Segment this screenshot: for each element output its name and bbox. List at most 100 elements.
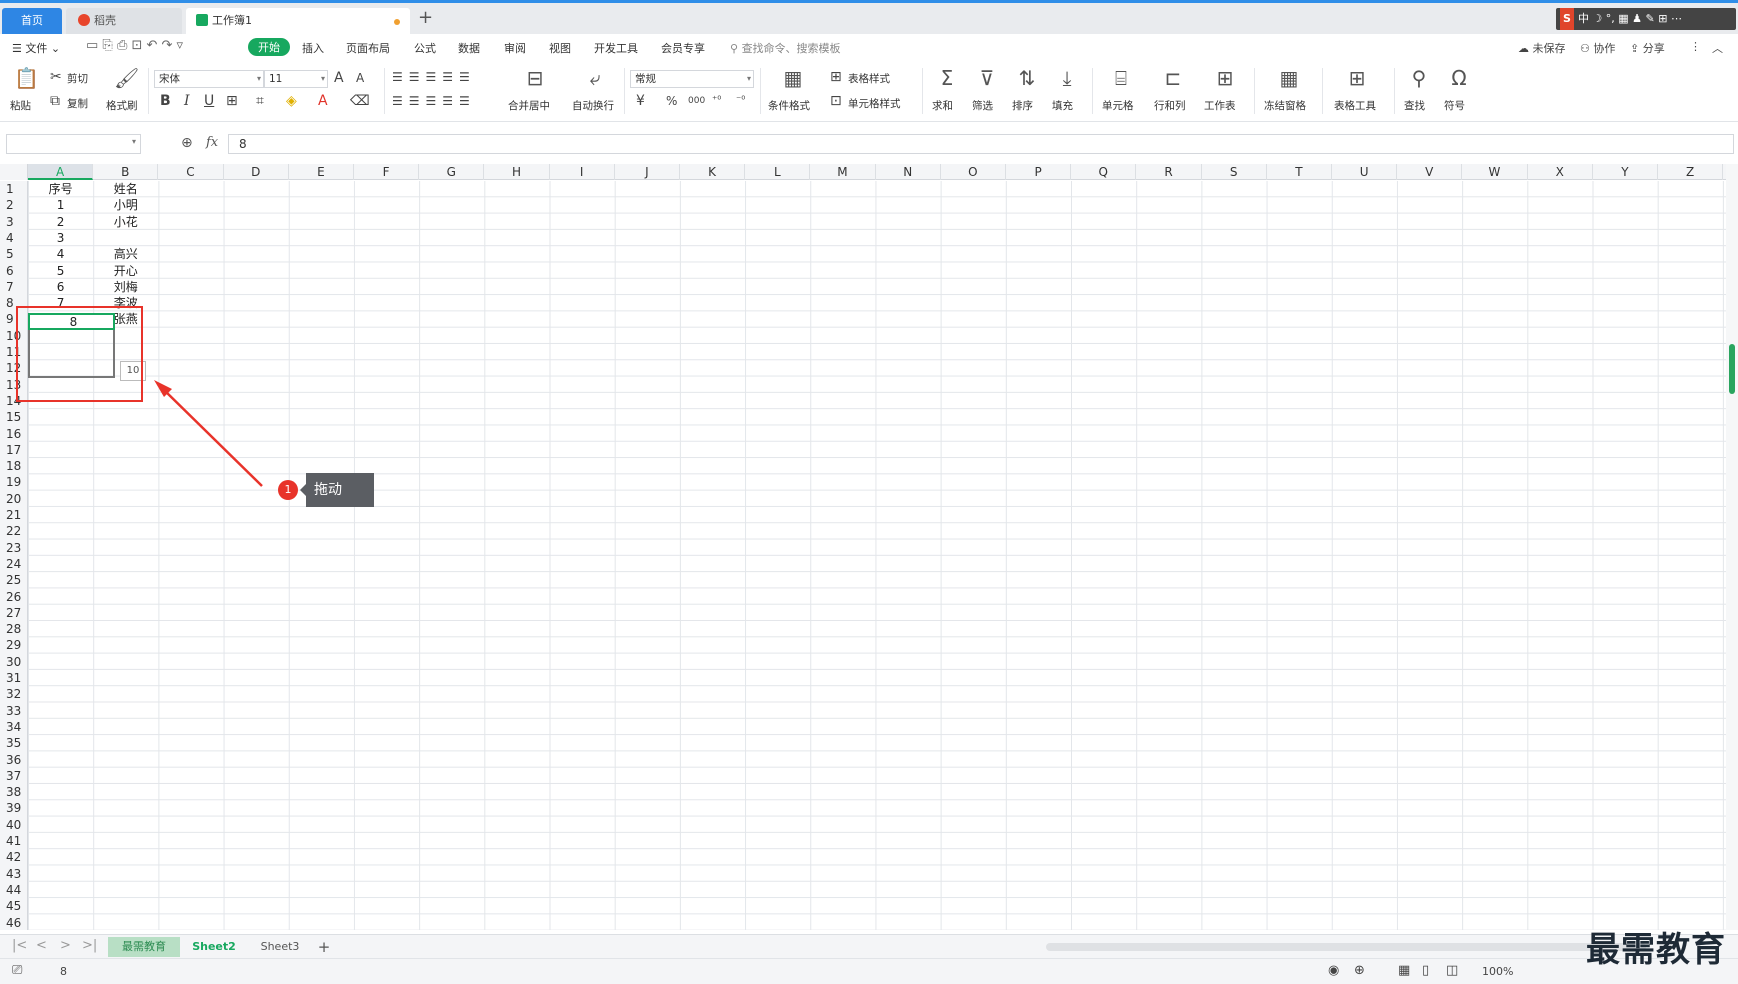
horizontal-scrollbar[interactable] xyxy=(1046,943,1646,951)
scroll-thumb[interactable] xyxy=(1729,344,1735,394)
row-col-icon[interactable]: ⊏ xyxy=(1162,68,1184,88)
conditional-format-button[interactable]: 条件格式 xyxy=(768,98,810,113)
menu-tab-page-layout[interactable]: 页面布局 xyxy=(346,40,390,56)
sheet-tab-2[interactable]: Sheet2 xyxy=(184,937,244,957)
collapse-ribbon-icon[interactable]: ︿ xyxy=(1712,40,1723,56)
underline-icon[interactable]: U xyxy=(204,94,214,108)
copy-button[interactable]: 复制 xyxy=(67,96,88,111)
row-header-35[interactable]: 35 xyxy=(0,735,28,751)
row-header-7[interactable]: 7 xyxy=(0,279,28,295)
menu-tab-formula[interactable]: 公式 xyxy=(414,40,436,56)
worksheet-button[interactable]: 工作表 xyxy=(1204,98,1236,113)
share-button[interactable]: ⇪ 分享 xyxy=(1630,40,1665,56)
row-header-6[interactable]: 6 xyxy=(0,263,28,279)
table-tools-button[interactable]: 表格工具 xyxy=(1334,98,1376,113)
row-header-33[interactable]: 33 xyxy=(0,703,28,719)
zoom-formula-icon[interactable]: ⊕ xyxy=(181,135,193,151)
cell-A4[interactable]: 3 xyxy=(28,230,93,246)
table-tools-icon[interactable]: ⊞ xyxy=(1346,68,1368,88)
tab-workbook[interactable]: 工作簿1 xyxy=(186,8,410,34)
fill-button[interactable]: 填充 xyxy=(1052,98,1073,113)
column-header-K[interactable]: K xyxy=(680,164,746,180)
cell-format-icon[interactable]: ⌗ xyxy=(256,94,264,108)
row-header-4[interactable]: 4 xyxy=(0,230,28,246)
menu-tab-view[interactable]: 视图 xyxy=(549,40,571,56)
merge-center-button[interactable]: 合并居中 xyxy=(508,98,550,113)
name-box[interactable]: ▾ xyxy=(6,134,141,154)
column-header-C[interactable]: C xyxy=(158,164,224,180)
new-tab-button[interactable]: + xyxy=(418,7,433,28)
border-icon[interactable]: ⊞ xyxy=(226,94,238,108)
fx-icon[interactable]: fx xyxy=(206,135,218,150)
column-header-T[interactable]: T xyxy=(1267,164,1332,180)
column-header-G[interactable]: G xyxy=(419,164,485,180)
row-header-40[interactable]: 40 xyxy=(0,817,28,833)
number-format-select[interactable]: 常规 ▾ xyxy=(630,70,754,88)
cell-B7[interactable]: 刘梅 xyxy=(93,279,158,295)
cell-A2[interactable]: 1 xyxy=(28,197,93,213)
cell-B5[interactable]: 高兴 xyxy=(93,246,158,262)
cell-A3[interactable]: 2 xyxy=(28,214,93,230)
menu-tab-start[interactable]: 开始 xyxy=(248,38,290,56)
decimal-decrease-icon[interactable]: ⁻⁰ xyxy=(736,94,745,108)
row-header-39[interactable]: 39 xyxy=(0,800,28,816)
sort-icon[interactable]: ⇅ xyxy=(1016,68,1038,88)
row-header-5[interactable]: 5 xyxy=(0,246,28,262)
cell-style-button[interactable]: 单元格样式 xyxy=(848,96,901,111)
row-header-31[interactable]: 31 xyxy=(0,670,28,686)
row-col-button[interactable]: 行和列 xyxy=(1154,98,1186,113)
zoom-level[interactable]: 100% xyxy=(1482,965,1513,978)
column-header-E[interactable]: E xyxy=(289,164,354,180)
filter-icon[interactable]: ⊽ xyxy=(976,68,998,88)
column-header-Z[interactable]: Z xyxy=(1658,164,1724,180)
row-header-44[interactable]: 44 xyxy=(0,882,28,898)
sheet-tab-3[interactable]: Sheet3 xyxy=(250,937,310,957)
cell-area[interactable]: 序号 1 2 3 4 5 6 7 姓名 小明 小花 高兴 开心 刘梅 李波 张燕 xyxy=(28,181,1726,930)
freeze-panes-icon[interactable]: ▦ xyxy=(1278,68,1300,88)
symbol-button[interactable]: 符号 xyxy=(1444,98,1465,113)
sheet-tab-1[interactable]: 最需教育 xyxy=(108,937,180,957)
unsaved-button[interactable]: ☁ 未保存 xyxy=(1518,40,1566,56)
sum-button[interactable]: 求和 xyxy=(932,98,953,113)
row-header-22[interactable]: 22 xyxy=(0,523,28,539)
format-painter-icon[interactable]: 🖌 xyxy=(114,68,139,88)
row-header-2[interactable]: 2 xyxy=(0,197,28,213)
row-header-36[interactable]: 36 xyxy=(0,752,28,768)
row-header-25[interactable]: 25 xyxy=(0,572,28,588)
copy-icon[interactable]: ⧉ xyxy=(50,94,60,108)
collab-button[interactable]: ⚇ 协作 xyxy=(1580,40,1615,56)
eye-protect-icon[interactable]: ◉ xyxy=(1328,963,1339,978)
row-header-28[interactable]: 28 xyxy=(0,621,28,637)
fill-icon[interactable]: ⤓ xyxy=(1056,68,1078,88)
cell-button[interactable]: 单元格 xyxy=(1102,98,1134,113)
column-header-V[interactable]: V xyxy=(1397,164,1463,180)
find-button[interactable]: 查找 xyxy=(1404,98,1425,113)
row-header-24[interactable]: 24 xyxy=(0,556,28,572)
tab-home[interactable]: 首页 xyxy=(2,8,62,34)
column-header-X[interactable]: X xyxy=(1528,164,1593,180)
column-header-B[interactable]: B xyxy=(93,164,159,180)
last-sheet-icon[interactable]: >| xyxy=(82,938,97,953)
cut-button[interactable]: 剪切 xyxy=(67,71,88,86)
row-header-32[interactable]: 32 xyxy=(0,686,28,702)
row-header-43[interactable]: 43 xyxy=(0,866,28,882)
paste-button[interactable]: 粘贴 xyxy=(10,98,31,113)
thousands-icon[interactable]: 000 xyxy=(688,94,705,108)
column-header-S[interactable]: S xyxy=(1202,164,1267,180)
column-header-I[interactable]: I xyxy=(550,164,615,180)
select-all-corner[interactable] xyxy=(0,164,28,180)
cell-icon[interactable]: ⌸ xyxy=(1110,68,1132,88)
ime-toolbar[interactable]: S中 ☽ °, ▦ ♟ ✎ ⊞ ⋯ xyxy=(1556,8,1736,30)
italic-icon[interactable]: I xyxy=(184,94,190,108)
column-header-W[interactable]: W xyxy=(1462,164,1528,180)
page-view-icon[interactable]: ▯ xyxy=(1422,963,1429,978)
row-header-27[interactable]: 27 xyxy=(0,605,28,621)
column-header-L[interactable]: L xyxy=(745,164,811,180)
row-header-17[interactable]: 17 xyxy=(0,442,28,458)
row-header-41[interactable]: 41 xyxy=(0,833,28,849)
row-header-34[interactable]: 34 xyxy=(0,719,28,735)
font-name-select[interactable]: 宋体 ▾ xyxy=(154,70,264,88)
merge-center-icon[interactable]: ⊟ xyxy=(524,68,546,88)
next-sheet-icon[interactable]: > xyxy=(60,938,71,953)
column-header-A[interactable]: A xyxy=(28,164,94,180)
